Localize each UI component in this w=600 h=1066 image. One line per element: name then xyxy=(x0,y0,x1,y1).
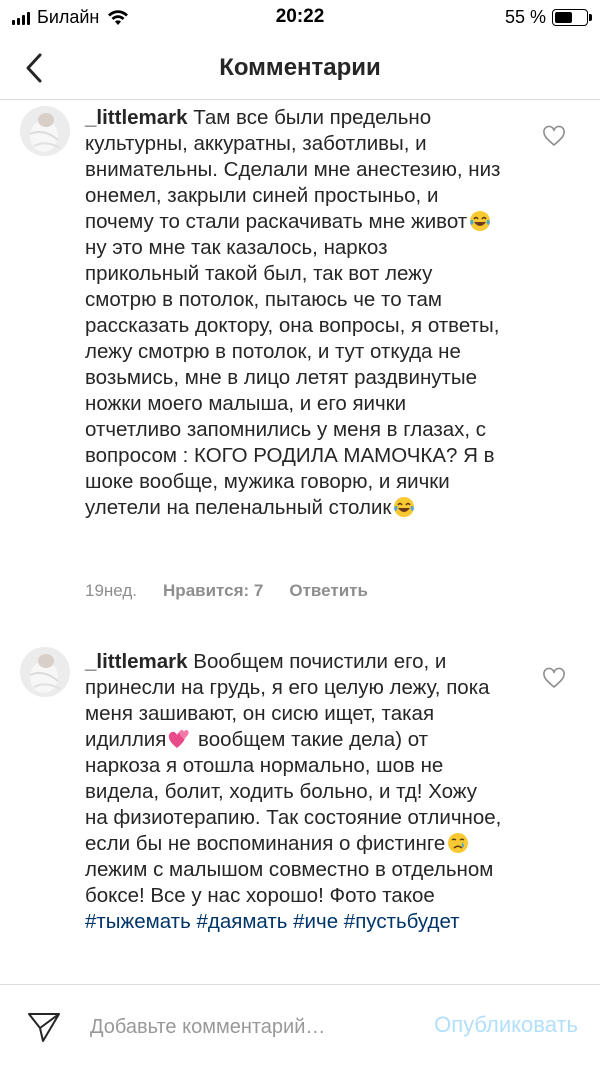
likes-count[interactable]: Нравится: 7 xyxy=(163,581,263,601)
comment-text-part: ну это мне так казалось, наркоз прикольн… xyxy=(85,236,500,519)
publish-button[interactable]: Опубликовать xyxy=(434,1012,578,1038)
direct-send-icon[interactable] xyxy=(26,1009,62,1045)
comment-input[interactable] xyxy=(90,1012,380,1042)
battery-level xyxy=(555,12,572,23)
comment-text-part: лежим с малышом совместно в отдельном бо… xyxy=(85,858,494,907)
avatar[interactable] xyxy=(20,647,70,697)
comment-text: _littlemark Там все были предельно культ… xyxy=(85,105,505,521)
comment-meta: 19нед. Нравится: 7 Ответить xyxy=(85,581,368,601)
comment-text: _littlemark Вообщем почистили его, и при… xyxy=(85,649,505,935)
tears-of-joy-emoji-icon xyxy=(470,211,491,231)
crying-face-emoji-icon xyxy=(448,833,469,853)
baby-photo-icon xyxy=(20,647,70,697)
hashtag-link[interactable]: #иче xyxy=(293,910,338,933)
battery-icon xyxy=(552,9,592,26)
hashtag-link[interactable]: #пустьбудет xyxy=(344,910,460,933)
battery-percent: 55 % xyxy=(504,7,546,27)
comment-composer: Опубликовать xyxy=(0,984,600,1066)
comment-username[interactable]: _littlemark xyxy=(85,650,188,673)
reply-button[interactable]: Ответить xyxy=(289,581,368,601)
two-hearts-emoji-icon xyxy=(169,729,189,748)
comment-time: 19нед. xyxy=(85,581,138,600)
heart-icon[interactable] xyxy=(542,667,566,691)
comment-username[interactable]: _littlemark xyxy=(85,106,188,129)
status-bar-right: 55 % xyxy=(504,7,592,28)
hashtag-link[interactable]: #тыжемать xyxy=(85,910,191,933)
status-bar: Билайн 20:22 55 % xyxy=(0,0,600,36)
tears-of-joy-emoji-icon xyxy=(394,497,415,517)
baby-photo-icon xyxy=(20,106,70,156)
page-title: Комментарии xyxy=(219,54,381,81)
hashtag-link[interactable]: #даямать xyxy=(196,910,287,933)
heart-icon[interactable] xyxy=(542,125,566,149)
avatar[interactable] xyxy=(20,106,70,156)
nav-bar: Комментарии xyxy=(0,36,600,100)
